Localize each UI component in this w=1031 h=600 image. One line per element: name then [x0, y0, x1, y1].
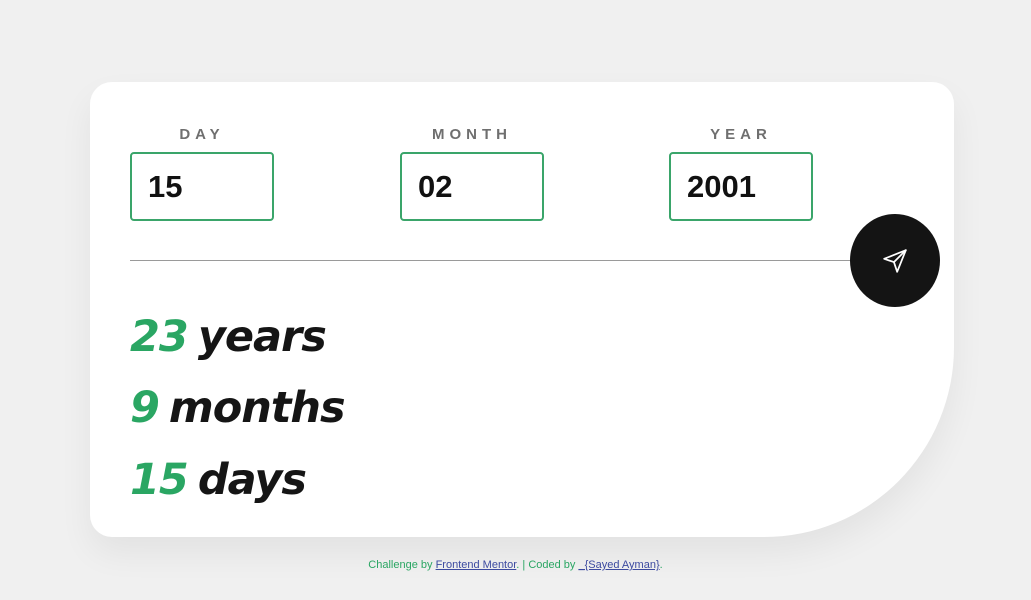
- result-days: 15 days: [130, 459, 307, 502]
- send-arrow-icon: [883, 248, 907, 273]
- years-unit: years: [197, 312, 327, 362]
- days-unit: days: [197, 455, 307, 505]
- day-label: DAY: [179, 126, 225, 143]
- age-calculator-card: DAY MONTH YEAR 23years 9months 15days: [90, 82, 954, 537]
- coded-prefix: . | Coded by: [516, 559, 576, 571]
- frontend-mentor-link[interactable]: Frontend Mentor: [436, 559, 517, 571]
- month-label: MONTH: [432, 126, 512, 143]
- divider: [130, 260, 850, 261]
- attribution-footer: Challenge by Frontend Mentor. | Coded by…: [0, 559, 1031, 571]
- months-unit: months: [168, 383, 346, 433]
- submit-button[interactable]: [850, 214, 940, 307]
- month-input[interactable]: [400, 152, 544, 221]
- challenge-prefix: Challenge by: [368, 559, 433, 571]
- years-value: 23: [130, 312, 189, 362]
- months-value: 9: [130, 383, 160, 433]
- result-years: 23 years: [130, 316, 327, 359]
- footer-suffix: .: [659, 559, 663, 571]
- result-months: 9 months: [130, 387, 346, 430]
- days-value: 15: [130, 455, 189, 505]
- day-input[interactable]: [130, 152, 274, 221]
- year-label: YEAR: [710, 126, 772, 143]
- year-input[interactable]: [669, 152, 813, 221]
- author-link[interactable]: _{Sayed Ayman}: [578, 559, 659, 571]
